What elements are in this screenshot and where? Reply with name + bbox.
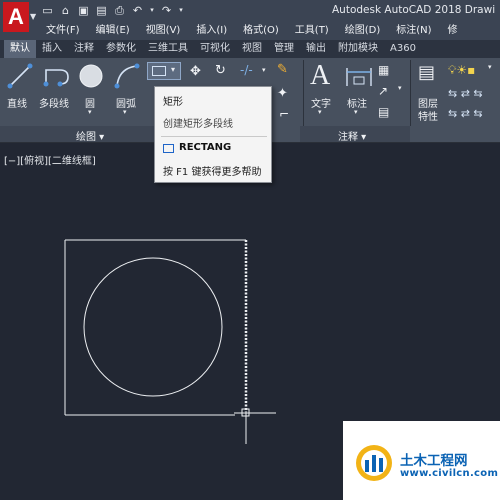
command-tooltip: 矩形 创建矩形多段线 RECTANG 按 F1 键获得更多帮助 bbox=[154, 86, 272, 183]
tooltip-title: 矩形 bbox=[163, 97, 183, 108]
watermark-logo-icon bbox=[356, 445, 392, 481]
rectangle-shape bbox=[64, 239, 246, 416]
tooltip-command: RECTANG bbox=[179, 142, 232, 153]
crosshair-cursor-icon bbox=[234, 408, 276, 444]
watermark-url: www.civilcn.com bbox=[400, 468, 499, 479]
tooltip-help: 按 F1 键获得更多帮助 bbox=[163, 167, 262, 178]
rectang-command-icon bbox=[163, 144, 174, 153]
watermark-text: 土木工程网 bbox=[400, 453, 468, 469]
autocad-window: A ▼ ▭ ⌂ ▣ ▤ ⎙ ↶ ▾ ↷ ▾ Autodesk AutoCAD 2… bbox=[0, 0, 500, 500]
circle-shape bbox=[83, 257, 223, 397]
tooltip-description: 创建矩形多段线 bbox=[163, 119, 233, 130]
tooltip-divider bbox=[161, 136, 267, 137]
